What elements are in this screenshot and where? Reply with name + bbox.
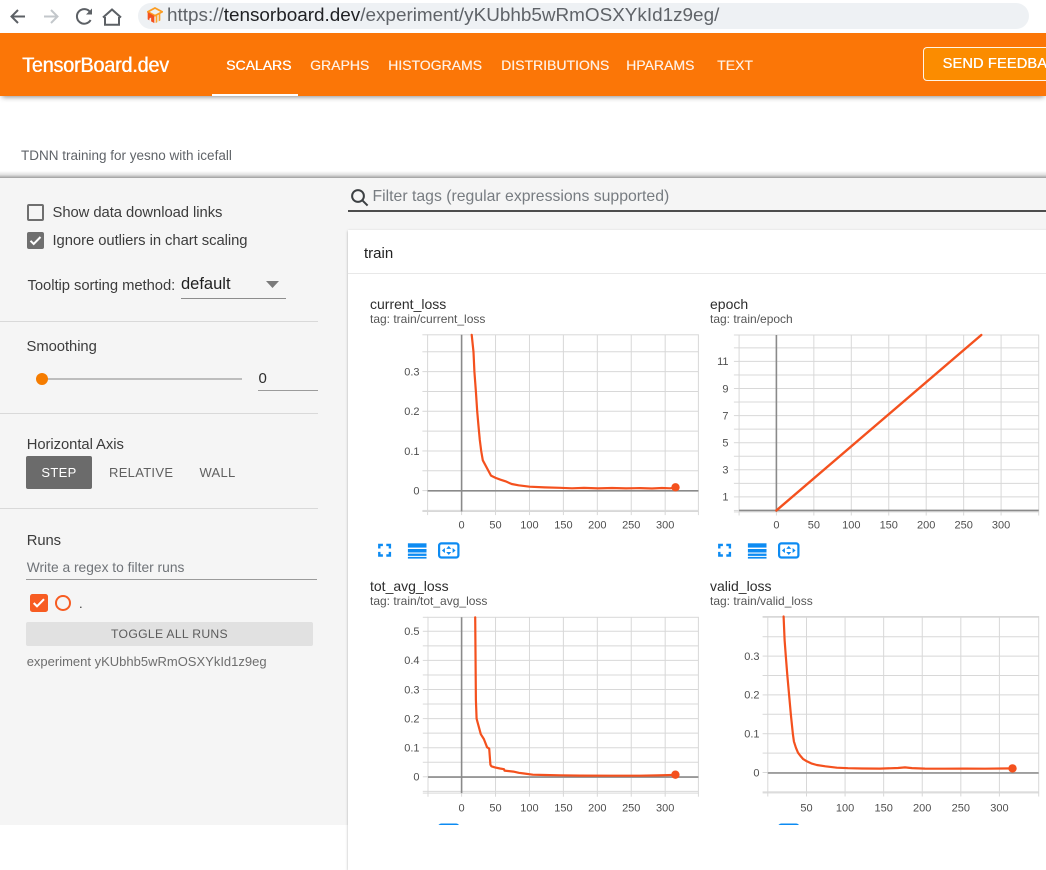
svg-text:150: 150	[554, 802, 572, 814]
svg-text:0.4: 0.4	[404, 655, 419, 667]
svg-text:250: 250	[622, 519, 640, 531]
svg-text:0.1: 0.1	[404, 743, 419, 755]
svg-text:0: 0	[459, 519, 465, 531]
svg-text:100: 100	[520, 802, 538, 814]
svg-text:0.1: 0.1	[404, 446, 419, 458]
svg-text:150: 150	[880, 519, 898, 531]
svg-text:0.2: 0.2	[404, 713, 419, 725]
svg-text:250: 250	[954, 519, 972, 531]
svg-text:0: 0	[459, 802, 465, 814]
svg-text:0: 0	[413, 485, 419, 497]
svg-text:200: 200	[588, 519, 606, 531]
svg-text:300: 300	[656, 519, 674, 531]
svg-text:0.1: 0.1	[744, 729, 759, 741]
svg-text:0.3: 0.3	[404, 366, 419, 378]
svg-text:300: 300	[992, 519, 1010, 531]
svg-text:0: 0	[753, 767, 759, 779]
svg-text:250: 250	[622, 802, 640, 814]
svg-text:0.5: 0.5	[404, 626, 419, 638]
svg-text:100: 100	[520, 519, 538, 531]
svg-text:0.3: 0.3	[404, 684, 419, 696]
svg-text:150: 150	[874, 802, 892, 814]
svg-text:100: 100	[836, 802, 854, 814]
svg-text:300: 300	[990, 802, 1008, 814]
svg-text:250: 250	[952, 802, 970, 814]
svg-text:7: 7	[722, 410, 728, 422]
svg-text:0.3: 0.3	[744, 651, 759, 663]
svg-text:200: 200	[913, 802, 931, 814]
svg-text:0: 0	[773, 519, 779, 531]
svg-text:0.2: 0.2	[744, 690, 759, 702]
svg-text:200: 200	[588, 802, 606, 814]
svg-text:3: 3	[722, 465, 728, 477]
svg-text:50: 50	[800, 802, 812, 814]
svg-text:1: 1	[722, 492, 728, 504]
svg-text:0.2: 0.2	[404, 406, 419, 418]
svg-text:50: 50	[808, 519, 820, 531]
svg-text:150: 150	[554, 519, 572, 531]
svg-text:200: 200	[917, 519, 935, 531]
svg-text:0: 0	[413, 772, 419, 784]
svg-text:5: 5	[722, 438, 728, 450]
svg-text:9: 9	[722, 383, 728, 395]
svg-text:300: 300	[656, 802, 674, 814]
svg-text:11: 11	[717, 356, 728, 368]
svg-text:100: 100	[842, 519, 860, 531]
svg-text:50: 50	[489, 519, 501, 531]
svg-text:50: 50	[489, 802, 501, 814]
